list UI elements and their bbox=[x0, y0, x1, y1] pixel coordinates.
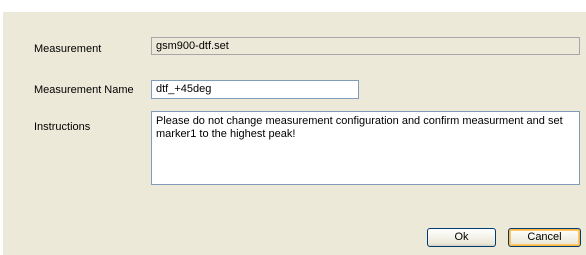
measurement-name-label: Measurement Name bbox=[34, 84, 134, 96]
cancel-button[interactable]: Cancel bbox=[508, 228, 581, 247]
measurement-dialog: Measurement gsm900-dtf.set Measurement N… bbox=[3, 12, 586, 255]
measurement-field: gsm900-dtf.set bbox=[151, 37, 580, 55]
instructions-textarea[interactable]: Please do not change measurement configu… bbox=[151, 111, 580, 185]
instructions-label: Instructions bbox=[34, 121, 91, 133]
ok-button[interactable]: Ok bbox=[427, 228, 496, 247]
measurement-label: Measurement bbox=[34, 43, 102, 55]
measurement-name-input[interactable]: dtf_+45deg bbox=[151, 80, 359, 99]
